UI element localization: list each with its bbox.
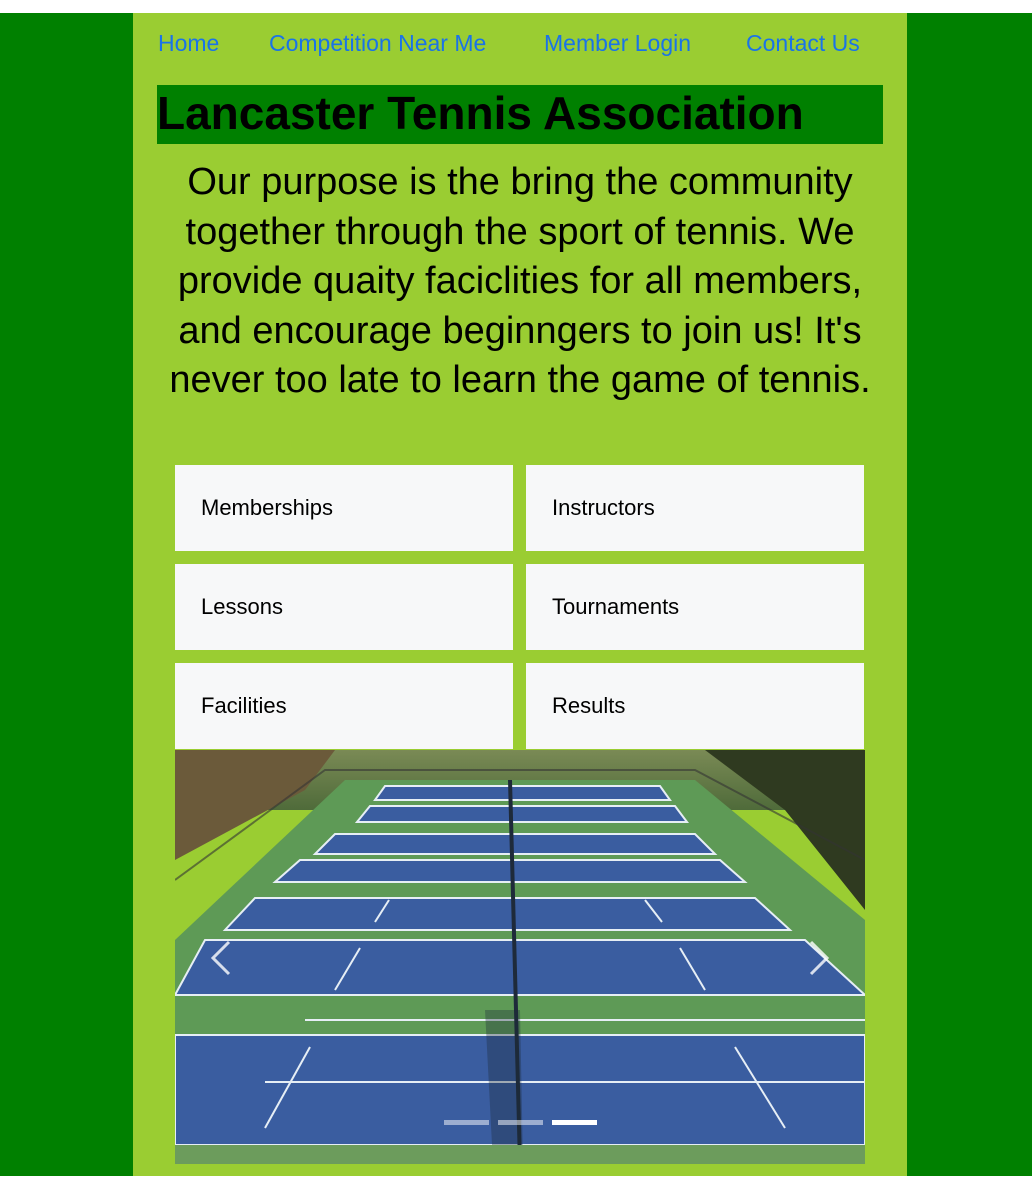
carousel-prev-button[interactable] xyxy=(203,938,243,978)
purpose-statement: Our purpose is the bring the community t… xyxy=(169,161,871,401)
carousel-indicator-3-active[interactable] xyxy=(552,1120,597,1125)
page-title: Lancaster Tennis Association xyxy=(157,87,804,139)
nav-link-home[interactable]: Home xyxy=(158,30,219,56)
nav-link-member-login[interactable]: Member Login xyxy=(544,30,691,56)
card-instructors[interactable]: Instructors xyxy=(526,465,864,551)
nav-link-contact-us[interactable]: Contact Us xyxy=(746,30,860,56)
chevron-right-icon xyxy=(809,940,830,976)
carousel-indicator-1[interactable] xyxy=(444,1120,489,1125)
nav-link-competition-near-me[interactable]: Competition Near Me xyxy=(269,30,486,56)
title-banner: Lancaster Tennis Association xyxy=(157,85,883,144)
main-content: Home Competition Near Me Member Login Co… xyxy=(133,13,907,1176)
image-carousel xyxy=(175,750,865,1164)
card-results[interactable]: Results xyxy=(526,663,864,749)
card-label: Facilities xyxy=(201,693,287,718)
card-label: Instructors xyxy=(552,495,655,520)
chevron-left-icon xyxy=(210,940,231,976)
card-label: Tournaments xyxy=(552,594,680,619)
tennis-courts-photo xyxy=(175,750,865,1164)
card-label: Memberships xyxy=(201,495,334,520)
top-navigation: Home Competition Near Me Member Login Co… xyxy=(133,13,907,73)
card-memberships[interactable]: Memberships xyxy=(175,465,513,551)
card-lessons[interactable]: Lessons xyxy=(175,564,513,650)
card-label: Lessons xyxy=(201,594,283,619)
carousel-next-button[interactable] xyxy=(797,938,837,978)
card-tournaments[interactable]: Tournaments xyxy=(526,564,864,650)
carousel-indicator-2[interactable] xyxy=(498,1120,543,1125)
card-facilities[interactable]: Facilities xyxy=(175,663,513,749)
card-label: Results xyxy=(552,693,626,718)
